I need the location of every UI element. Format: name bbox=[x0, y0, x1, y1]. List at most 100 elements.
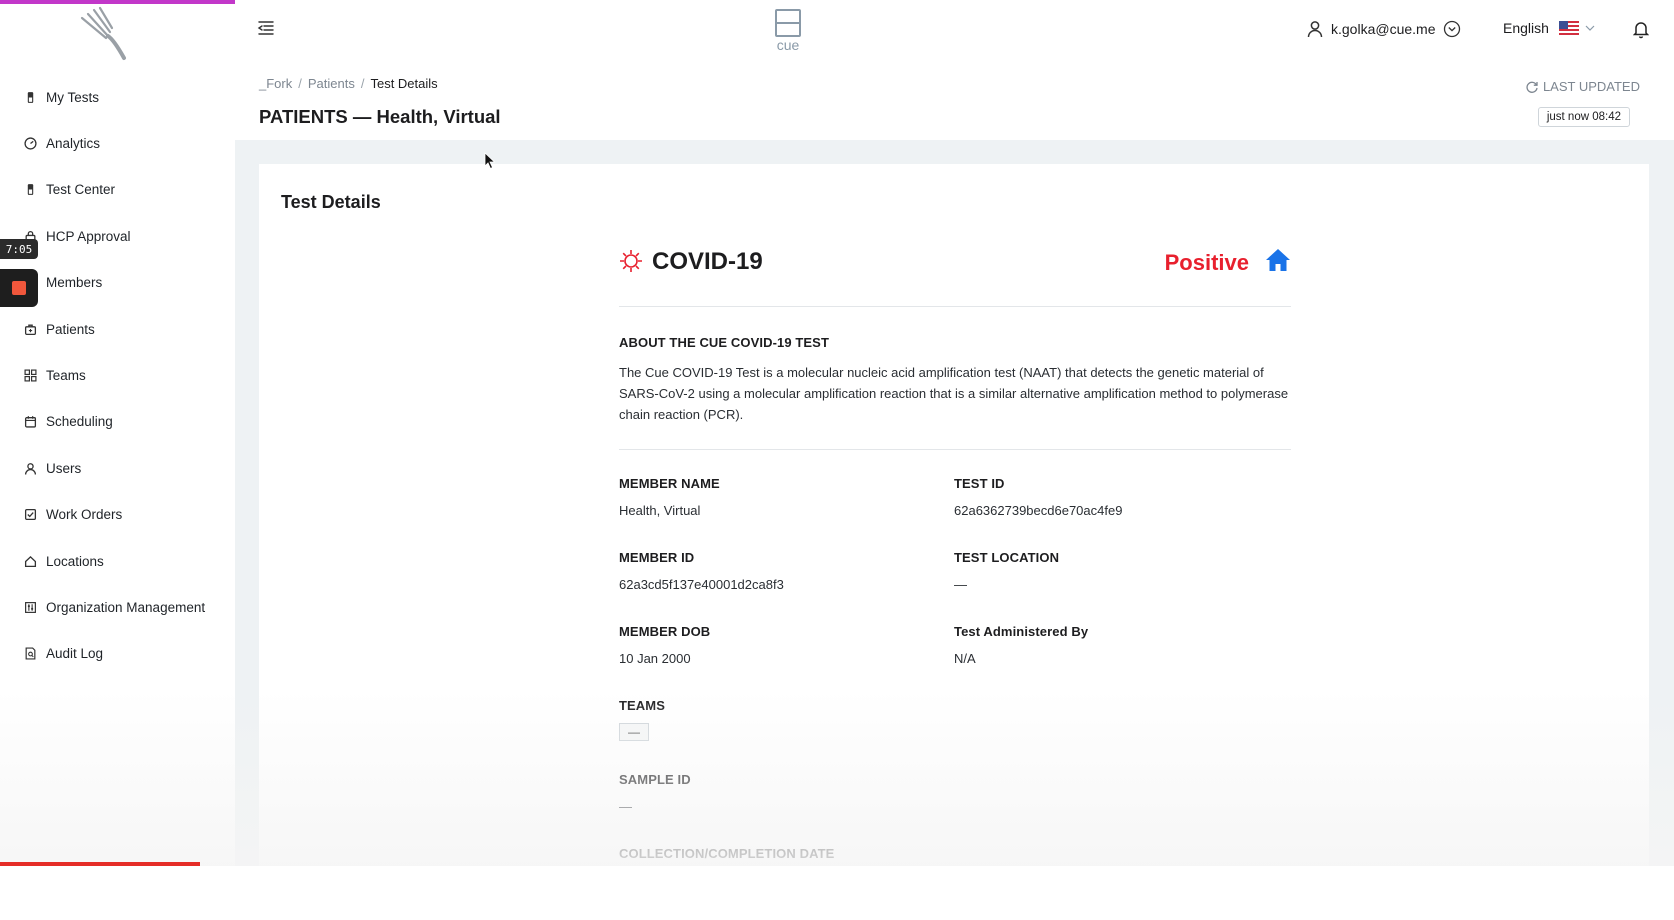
document-search-icon bbox=[22, 646, 38, 662]
chevron-down-icon bbox=[1585, 25, 1595, 31]
field-member-dob: MEMBER DOB 10 Jan 2000 bbox=[619, 624, 954, 698]
team-chip: — bbox=[619, 723, 649, 741]
cue-logo-mark bbox=[775, 9, 801, 37]
sidebar-item-label: HCP Approval bbox=[46, 228, 131, 244]
sidebar: My Tests Analytics Test Center HCP Appro… bbox=[0, 0, 236, 866]
refresh-icon bbox=[1526, 81, 1538, 93]
page-title: PATIENTS — Health, Virtual bbox=[259, 106, 501, 127]
breadcrumb: _Fork / Patients / Test Details bbox=[259, 76, 438, 91]
top-header: cue k.golka@cue.me English bbox=[235, 0, 1674, 63]
test-result-badge: Positive bbox=[1164, 250, 1249, 275]
test-name: COVID-19 bbox=[652, 248, 763, 275]
field-member-id: MEMBER ID 62a3cd5f137e40001d2ca8f3 bbox=[619, 550, 954, 624]
page-header: _Fork / Patients / Test Details PATIENTS — H… bbox=[235, 62, 1674, 141]
field-label: MEMBER NAME bbox=[619, 476, 720, 491]
brand-name: cue bbox=[776, 37, 800, 53]
home-icon[interactable] bbox=[1265, 247, 1291, 273]
sidebar-item-label: Teams bbox=[46, 368, 86, 384]
sidebar-item-label: Members bbox=[46, 275, 103, 291]
notifications-bell-icon[interactable] bbox=[1632, 19, 1650, 44]
user-menu[interactable]: k.golka@cue.me bbox=[1307, 20, 1469, 38]
about-text: The Cue COVID-19 Test is a molecular nuc… bbox=[619, 365, 1289, 422]
sidebar-item-organization-management[interactable]: Organization Management bbox=[0, 584, 235, 630]
about-section: ABOUT THE CUE COVID-19 TEST The Cue COVI… bbox=[619, 307, 1291, 450]
last-updated-refresh[interactable]: LAST UPDATED bbox=[1525, 79, 1640, 94]
stop-recording-button[interactable] bbox=[0, 269, 38, 307]
test-detail-panel: COVID-19 Positive ABOUT THE CUE COVID-19… bbox=[619, 240, 1291, 920]
sidebar-item-label: Organization Management bbox=[46, 599, 206, 615]
sidebar-item-label: Work Orders bbox=[46, 507, 123, 523]
fork-logo[interactable] bbox=[74, 6, 134, 62]
field-value: — bbox=[619, 799, 632, 814]
user-email: k.golka@cue.me bbox=[1331, 21, 1436, 37]
field-value: Health, Virtual bbox=[619, 503, 701, 518]
sidebar-nav: My Tests Analytics Test Center HCP Appro… bbox=[0, 74, 235, 677]
sidebar-item-label: Users bbox=[46, 460, 82, 476]
sidebar-item-label: Patients bbox=[46, 321, 95, 337]
field-value: 62a6362739becd6e70ac4fe9 bbox=[954, 503, 1123, 518]
sidebar-item-test-center[interactable]: Test Center bbox=[0, 167, 235, 213]
sidebar-item-label: Scheduling bbox=[46, 414, 113, 430]
field-teams: TEAMS — bbox=[619, 698, 954, 772]
mouse-cursor-icon bbox=[484, 152, 496, 170]
breadcrumb-link-fork[interactable]: _Fork bbox=[259, 76, 292, 91]
field-member-name: MEMBER NAME Health, Virtual bbox=[619, 476, 954, 550]
field-label: Test Administered By bbox=[954, 624, 1089, 639]
sidebar-item-label: Locations bbox=[46, 553, 104, 569]
sidebar-item-label: Analytics bbox=[46, 136, 101, 152]
field-collection-date: COLLECTION/COMPLETION DATE bbox=[619, 846, 1119, 920]
collapse-menu-icon[interactable] bbox=[257, 20, 277, 38]
virus-icon bbox=[620, 250, 642, 272]
briefcase-icon bbox=[22, 321, 38, 337]
field-value: N/A bbox=[954, 651, 976, 666]
user-icon bbox=[1307, 21, 1323, 38]
field-sample-id: SAMPLE ID — bbox=[619, 772, 954, 846]
sidebar-item-teams[interactable]: Teams bbox=[0, 352, 235, 398]
last-updated-label: LAST UPDATED bbox=[1542, 79, 1640, 94]
gauge-icon bbox=[22, 136, 38, 152]
field-test-location: TEST LOCATION — bbox=[954, 550, 1289, 624]
field-value: 62a3cd5f137e40001d2ca8f3 bbox=[619, 577, 784, 592]
sidebar-item-audit-log[interactable]: Audit Log bbox=[0, 631, 235, 677]
sidebar-item-patients[interactable]: Patients bbox=[0, 306, 235, 352]
sidebar-item-scheduling[interactable]: Scheduling bbox=[0, 399, 235, 445]
main-content: Test Details COVID-19 Positive ABOUT THE… bbox=[235, 140, 1674, 866]
about-heading: ABOUT THE CUE COVID-19 TEST bbox=[619, 335, 829, 350]
test-tube-icon bbox=[22, 182, 38, 198]
video-progress-bar bbox=[0, 862, 200, 866]
user-icon bbox=[22, 460, 38, 476]
stop-icon bbox=[12, 281, 26, 295]
language-label: English bbox=[1503, 20, 1549, 36]
checkbox-icon bbox=[22, 507, 38, 523]
home-icon bbox=[22, 553, 38, 569]
sidebar-item-label: My Tests bbox=[46, 89, 100, 105]
field-label: TEST ID bbox=[954, 476, 1005, 491]
test-tube-icon bbox=[22, 89, 38, 105]
field-value: 10 Jan 2000 bbox=[619, 651, 691, 666]
sidebar-item-label: Test Center bbox=[46, 182, 116, 198]
breadcrumb-link-patients[interactable]: Patients bbox=[308, 76, 355, 91]
field-label: TEST LOCATION bbox=[954, 550, 1060, 565]
sidebar-item-work-orders[interactable]: Work Orders bbox=[0, 492, 235, 538]
test-header: COVID-19 Positive bbox=[619, 240, 1291, 307]
sidebar-item-my-tests[interactable]: My Tests bbox=[0, 74, 235, 120]
language-selector[interactable]: English bbox=[1503, 20, 1595, 36]
card-title: Test Details bbox=[281, 192, 381, 212]
recording-timer: 7:05 bbox=[0, 239, 38, 259]
sidebar-item-analytics[interactable]: Analytics bbox=[0, 120, 235, 166]
sidebar-accent-bar bbox=[0, 0, 235, 4]
us-flag-icon bbox=[1558, 21, 1579, 35]
sliders-icon bbox=[22, 599, 38, 615]
grid-icon bbox=[22, 368, 38, 384]
sidebar-item-locations[interactable]: Locations bbox=[0, 538, 235, 584]
sidebar-item-users[interactable]: Users bbox=[0, 445, 235, 491]
test-info-grid: MEMBER NAME Health, Virtual TEST ID 62a6… bbox=[619, 450, 1291, 920]
test-details-card: Test Details COVID-19 Positive ABOUT THE… bbox=[259, 164, 1649, 866]
cue-logo[interactable]: cue bbox=[769, 9, 807, 57]
sidebar-item-label: Audit Log bbox=[46, 646, 104, 662]
field-label: COLLECTION/COMPLETION DATE bbox=[619, 846, 835, 861]
breadcrumb-current: Test Details bbox=[370, 76, 438, 91]
chevron-down-circle-icon[interactable] bbox=[1443, 20, 1461, 38]
field-label: TEAMS bbox=[619, 698, 665, 713]
field-value: — bbox=[954, 577, 967, 592]
